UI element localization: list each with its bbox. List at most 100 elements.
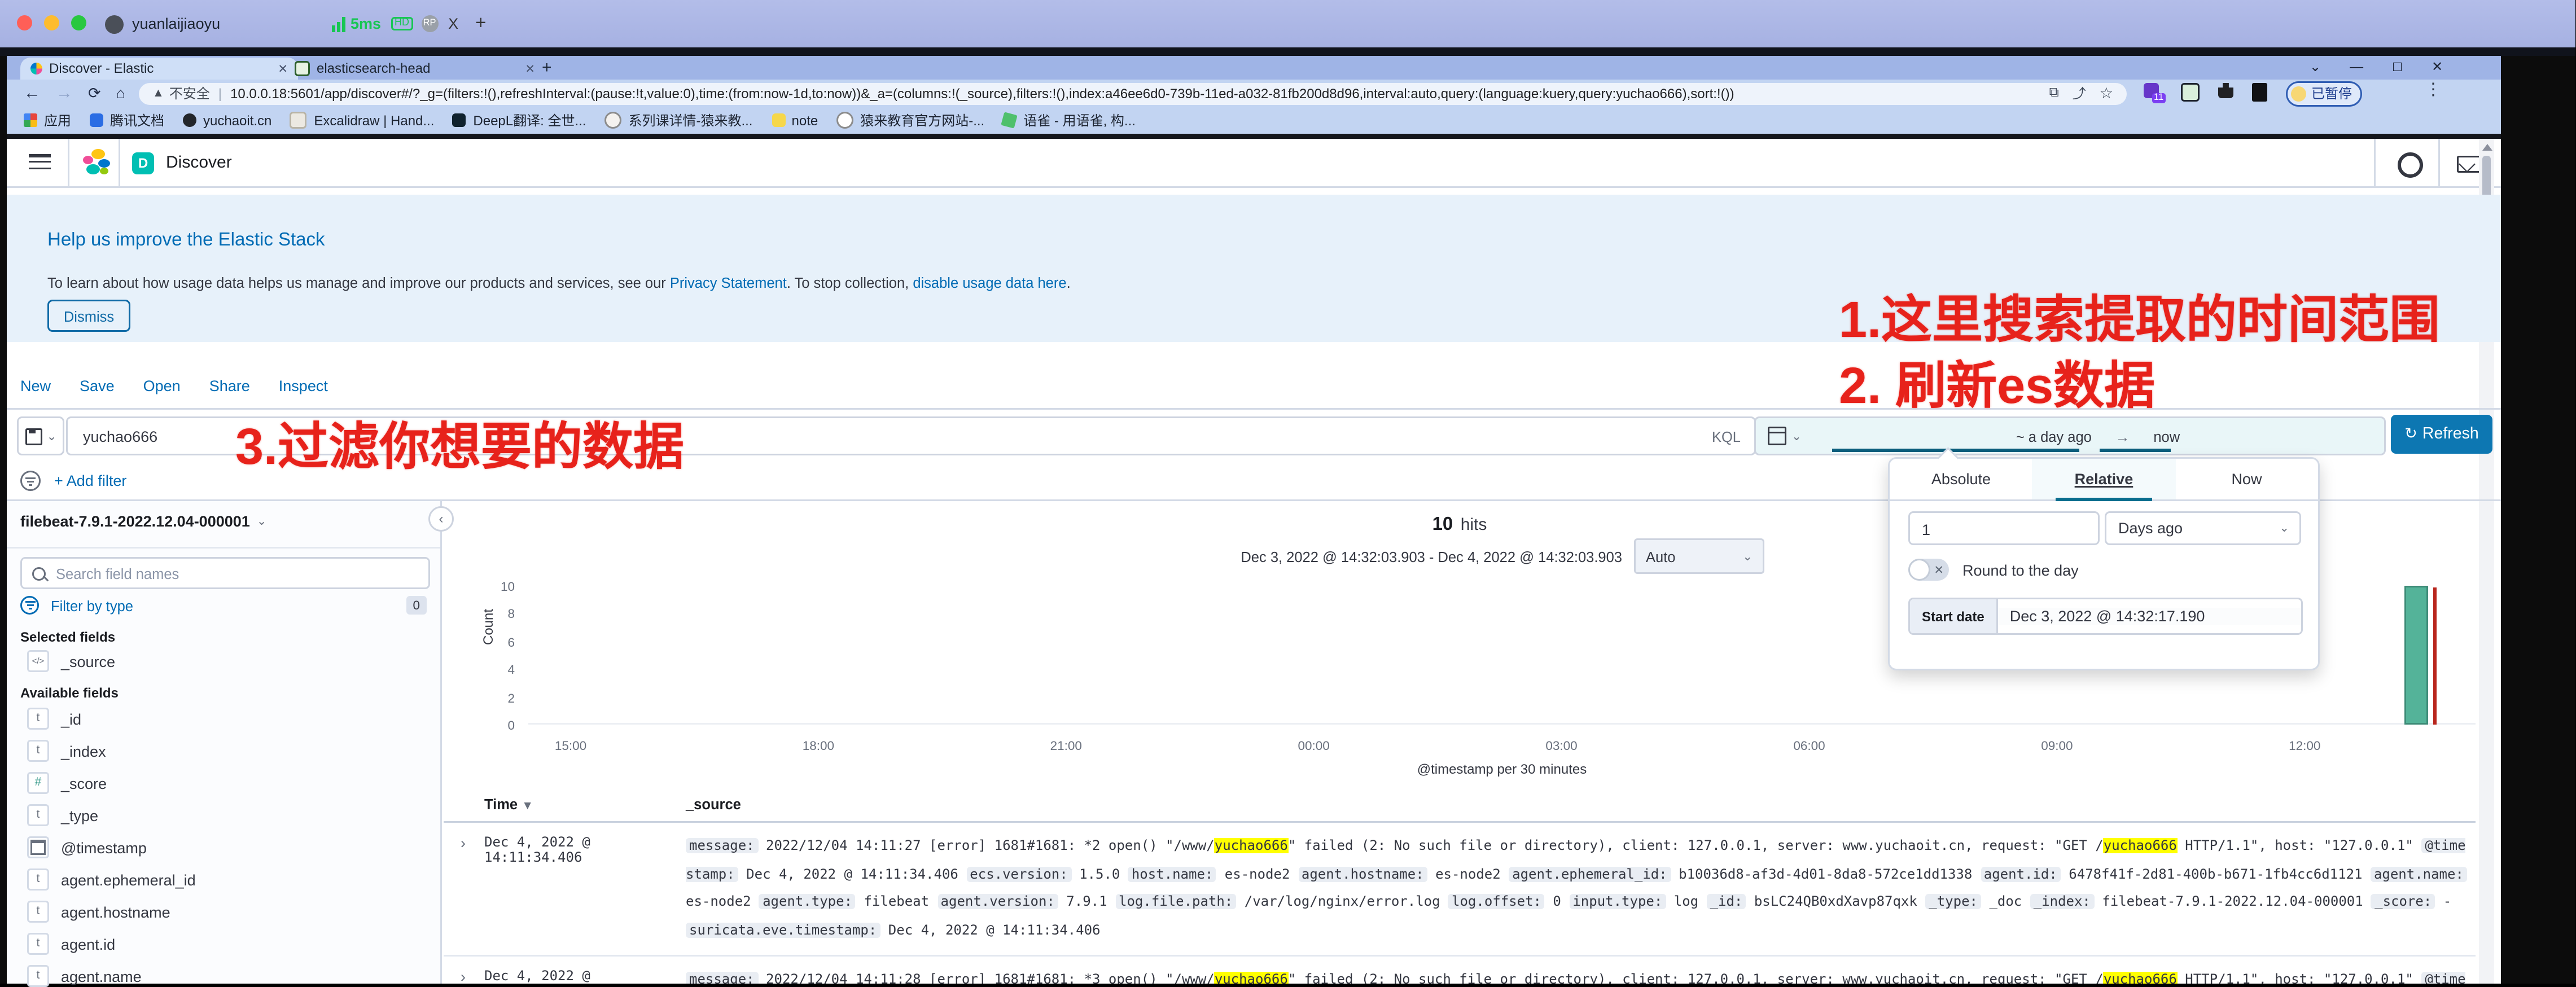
tab-label: elasticsearch-head bbox=[317, 61, 520, 76]
disable-usage-link[interactable]: disable usage data here bbox=[913, 274, 1066, 291]
timepicker-tab-absolute[interactable]: Absolute bbox=[1890, 459, 2032, 499]
new-tab-button[interactable]: + bbox=[542, 59, 552, 78]
field-item-agent.id[interactable]: tagent.id bbox=[27, 933, 115, 955]
space-badge[interactable]: D bbox=[132, 152, 154, 174]
zoom-traffic-icon[interactable] bbox=[71, 15, 86, 30]
add-filter-link[interactable]: + Add filter bbox=[54, 472, 126, 489]
bookmark-item[interactable]: Excalidraw | Hand... bbox=[290, 112, 434, 129]
url-text[interactable]: 10.0.0.18:5601/app/discover#/?_g=(filter… bbox=[230, 86, 2039, 101]
field-item-agent.hostname[interactable]: tagent.hostname bbox=[27, 901, 170, 923]
puzzle-icon[interactable] bbox=[2218, 83, 2233, 98]
maximize-icon[interactable]: ☐ bbox=[2392, 60, 2403, 74]
breadcrumb[interactable]: Discover bbox=[166, 154, 232, 173]
field-name-pill: agent.hostname: bbox=[1298, 866, 1427, 881]
search-field-input[interactable]: Search field names bbox=[20, 557, 430, 589]
field-name-pill: agent.version: bbox=[937, 894, 1058, 909]
privacy-statement-link[interactable]: Privacy Statement bbox=[670, 274, 787, 291]
dismiss-button[interactable]: Dismiss bbox=[47, 300, 130, 332]
annotation-refresh: 2. 刷新es数据 bbox=[1839, 344, 2155, 418]
start-date-value[interactable]: Dec 3, 2022 @ 14:32:17.190 bbox=[1998, 608, 2301, 625]
kql-label[interactable]: KQL bbox=[1712, 428, 1741, 445]
back-icon[interactable]: ← bbox=[24, 84, 41, 103]
restore-down-icon[interactable]: ⌄ bbox=[2310, 59, 2321, 74]
menu-item-inspect[interactable]: Inspect bbox=[279, 378, 328, 394]
timepicker-tab-relative[interactable]: Relative bbox=[2032, 459, 2175, 499]
new-tab-icon[interactable]: + bbox=[475, 14, 486, 34]
time-end[interactable]: now bbox=[2153, 428, 2180, 445]
apps-grid-icon[interactable]: 应用 bbox=[24, 111, 71, 130]
date-picker-button[interactable]: ⌄ bbox=[1754, 416, 1813, 455]
time-column-header[interactable]: Time ▼ bbox=[484, 795, 686, 812]
profile-chip[interactable]: 已暂停 bbox=[2286, 81, 2362, 107]
index-pattern-switcher[interactable]: filebeat-7.9.1-2022.12.04-000001 ⌄ bbox=[20, 513, 266, 530]
translate-icon[interactable]: ⧉ bbox=[2049, 85, 2059, 102]
expand-row-icon[interactable]: › bbox=[461, 835, 484, 852]
close-window-icon[interactable]: ✕ bbox=[2432, 59, 2443, 74]
field-item-_source[interactable]: </>_source bbox=[27, 650, 115, 672]
menu-item-share[interactable]: Share bbox=[209, 378, 250, 394]
menu-item-save[interactable]: Save bbox=[80, 378, 115, 394]
filter-icon[interactable] bbox=[20, 471, 41, 491]
time-start-underline bbox=[1832, 449, 2079, 452]
close-icon[interactable]: ✕ bbox=[525, 62, 535, 76]
expand-row-icon[interactable]: › bbox=[461, 968, 484, 984]
close-tab-icon[interactable]: X bbox=[448, 15, 458, 32]
field-item-_index[interactable]: t_index bbox=[27, 740, 106, 762]
table-row[interactable]: ›Dec 4, 2022 @ 14:11:34.406message: 2022… bbox=[444, 823, 2476, 955]
refresh-icon: ↻ bbox=[2404, 425, 2417, 444]
histogram-bar[interactable] bbox=[2404, 586, 2428, 725]
star-icon[interactable]: ☆ bbox=[2100, 84, 2113, 103]
relative-value-input[interactable]: 1 bbox=[1908, 511, 2100, 545]
field-item-@timestamp[interactable]: @timestamp bbox=[27, 836, 147, 858]
macos-tab[interactable]: yuanlaijiaoyu bbox=[105, 7, 220, 41]
tab-elasticsearch-head[interactable]: elasticsearch-head ✕ bbox=[284, 58, 545, 80]
mail-icon[interactable] bbox=[2457, 156, 2481, 173]
sidebar-extension-icon[interactable] bbox=[2252, 83, 2267, 102]
number-field-icon: # bbox=[27, 772, 49, 794]
timepicker-tab-now[interactable]: Now bbox=[2175, 459, 2318, 499]
bookmark-item[interactable]: 腾讯文档 bbox=[90, 111, 164, 130]
url-bar[interactable]: ▲ 不安全 | 10.0.0.18:5601/app/discover#/?_g… bbox=[139, 82, 2127, 104]
bookmark-item[interactable]: DeepL翻译: 全世... bbox=[453, 111, 586, 130]
filter-by-type[interactable]: Filter by type 0 bbox=[20, 596, 427, 615]
field-item-agent.ephemeral_id[interactable]: tagent.ephemeral_id bbox=[27, 868, 196, 891]
bookmark-item[interactable]: 语雀 - 用语雀, 构... bbox=[1003, 111, 1136, 130]
field-name-pill: _index: bbox=[2030, 894, 2094, 909]
minimize-traffic-icon[interactable] bbox=[44, 15, 59, 30]
home-icon[interactable]: ⌂ bbox=[116, 85, 125, 102]
collapse-sidebar-icon[interactable]: ‹ bbox=[428, 506, 454, 532]
field-item-_id[interactable]: t_id bbox=[27, 708, 81, 730]
time-start[interactable]: ~ a day ago bbox=[2016, 428, 2092, 445]
traffic-lights[interactable] bbox=[17, 15, 98, 30]
share-icon[interactable]: ⤴ bbox=[2073, 84, 2086, 103]
saved-query-button[interactable]: ⌄ bbox=[17, 416, 64, 455]
start-date-row[interactable]: Start date Dec 3, 2022 @ 14:32:17.190 bbox=[1908, 598, 2303, 635]
bookmark-item[interactable]: note bbox=[772, 113, 818, 128]
bookmark-item[interactable]: yuchaoit.cn bbox=[183, 113, 271, 128]
field-item-_type[interactable]: t_type bbox=[27, 804, 98, 826]
reload-icon[interactable]: ⟳ bbox=[88, 84, 101, 103]
text-field-icon: t bbox=[27, 868, 49, 891]
bookmark-item[interactable]: 猿来教育官方网站-... bbox=[836, 111, 984, 130]
minimize-icon[interactable]: — bbox=[2350, 59, 2363, 74]
round-toggle[interactable]: ✕ bbox=[1908, 559, 1949, 581]
close-traffic-icon[interactable] bbox=[17, 15, 32, 30]
menu-item-new[interactable]: New bbox=[20, 378, 51, 394]
field-item-_score[interactable]: #_score bbox=[27, 772, 107, 794]
help-icon[interactable] bbox=[2398, 152, 2423, 178]
field-item-agent.name[interactable]: tagent.name bbox=[27, 965, 142, 987]
forward-icon[interactable]: → bbox=[56, 84, 73, 103]
refresh-button[interactable]: ↻ Refresh bbox=[2391, 415, 2492, 454]
elastic-logo[interactable] bbox=[83, 149, 110, 176]
more-icon[interactable]: ⋮ bbox=[2425, 81, 2442, 100]
hamburger-icon[interactable] bbox=[29, 154, 51, 171]
contact-extension-icon[interactable] bbox=[2181, 83, 2200, 102]
tab-discover-elastic[interactable]: Discover - Elastic ✕ bbox=[20, 58, 298, 80]
interval-select[interactable]: Auto ⌄ bbox=[1634, 538, 1764, 574]
scrollbar-up-icon[interactable] bbox=[2482, 144, 2492, 151]
table-row[interactable]: ›Dec 4, 2022 @ 14:11:34.406message: 2022… bbox=[444, 955, 2476, 984]
field-name-pill: agent.type: bbox=[759, 894, 856, 909]
menu-item-open[interactable]: Open bbox=[143, 378, 181, 394]
relative-unit-select[interactable]: Days ago ⌄ bbox=[2105, 511, 2301, 545]
bookmark-item[interactable]: 系列课详情-猿来教... bbox=[604, 111, 752, 130]
